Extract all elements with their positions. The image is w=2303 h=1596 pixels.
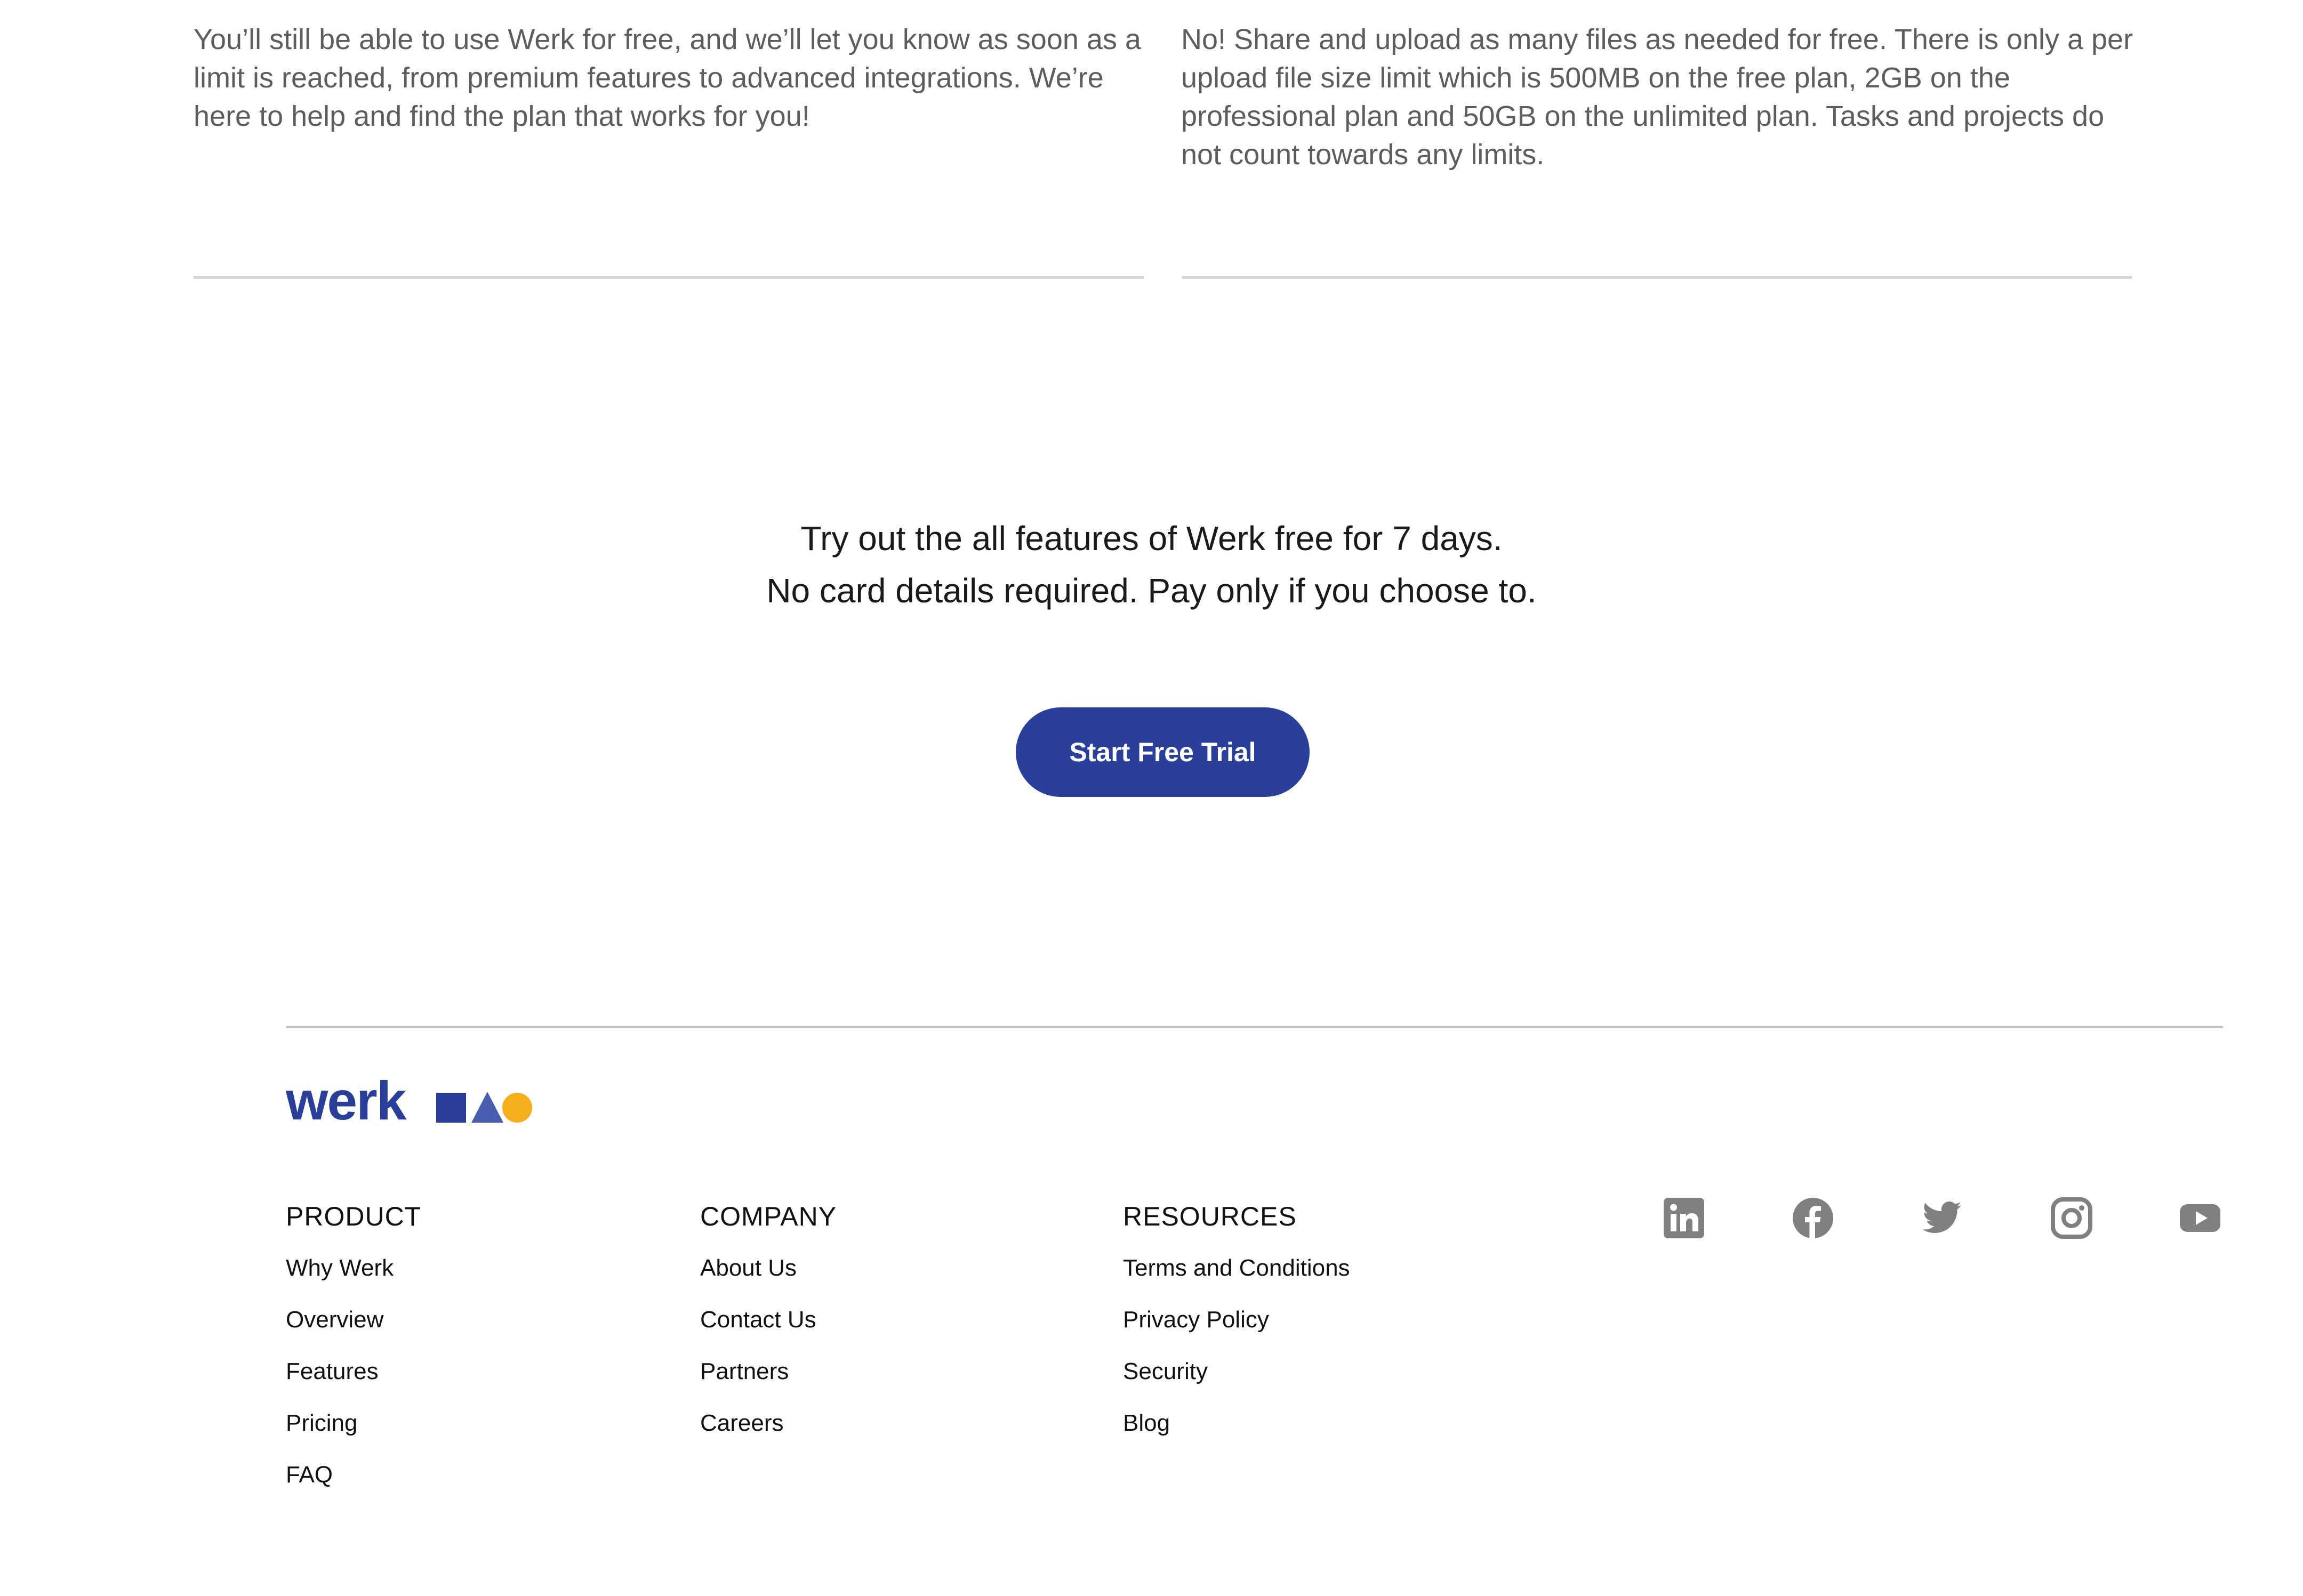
cta-subline: No card details required. Pay only if yo… — [766, 571, 1537, 610]
footer-column-resources: RESOURCES Terms and Conditions Privacy P… — [1123, 1200, 1350, 1449]
logo-wordmark: werk — [286, 1070, 406, 1131]
footer-link-faq[interactable]: FAQ — [286, 1449, 421, 1501]
footer-link-terms[interactable]: Terms and Conditions — [1123, 1242, 1350, 1294]
facebook-icon[interactable] — [1792, 1197, 1834, 1239]
cta-headline: Try out the all features of Werk free fo… — [800, 519, 1503, 558]
logo-square-shape — [436, 1093, 466, 1123]
footer-link-careers[interactable]: Careers — [700, 1397, 837, 1449]
footer-column-company: COMPANY About Us Contact Us Partners Car… — [700, 1200, 837, 1449]
start-free-trial-button[interactable]: Start Free Trial — [1016, 707, 1310, 797]
werk-logo[interactable]: werk — [286, 1071, 542, 1130]
footer-link-contact-us[interactable]: Contact Us — [700, 1294, 837, 1345]
youtube-icon[interactable] — [2179, 1197, 2221, 1239]
logo-circle-shape — [502, 1093, 532, 1123]
footer-link-overview[interactable]: Overview — [286, 1294, 421, 1345]
footer-heading-resources: RESOURCES — [1123, 1202, 1297, 1231]
footer-link-security[interactable]: Security — [1123, 1345, 1350, 1397]
faq-answer-right: No! Share and upload as many files as ne… — [1181, 23, 2133, 171]
footer-link-why-werk[interactable]: Why Werk — [286, 1242, 421, 1294]
linkedin-icon[interactable] — [1663, 1197, 1705, 1239]
footer-link-about-us[interactable]: About Us — [700, 1242, 837, 1294]
footer-link-privacy-policy[interactable]: Privacy Policy — [1123, 1294, 1350, 1345]
instagram-icon[interactable] — [2050, 1197, 2093, 1239]
footer-link-blog[interactable]: Blog — [1123, 1397, 1350, 1449]
footer-heading-company: COMPANY — [700, 1202, 837, 1231]
footer-divider — [286, 1026, 2223, 1028]
footer-link-features[interactable]: Features — [286, 1345, 421, 1397]
logo-triangle-shape — [471, 1092, 503, 1123]
footer-heading-product: PRODUCT — [286, 1202, 422, 1231]
footer-column-product: PRODUCT Why Werk Overview Features Prici… — [286, 1200, 421, 1501]
faq-divider-right — [1182, 276, 2132, 279]
twitter-icon[interactable] — [1921, 1197, 1963, 1239]
faq-divider-left — [194, 276, 1144, 279]
footer-link-partners[interactable]: Partners — [700, 1345, 837, 1397]
faq-answer-left: You’ll still be able to use Werk for fre… — [194, 23, 1141, 132]
footer-link-pricing[interactable]: Pricing — [286, 1397, 421, 1449]
